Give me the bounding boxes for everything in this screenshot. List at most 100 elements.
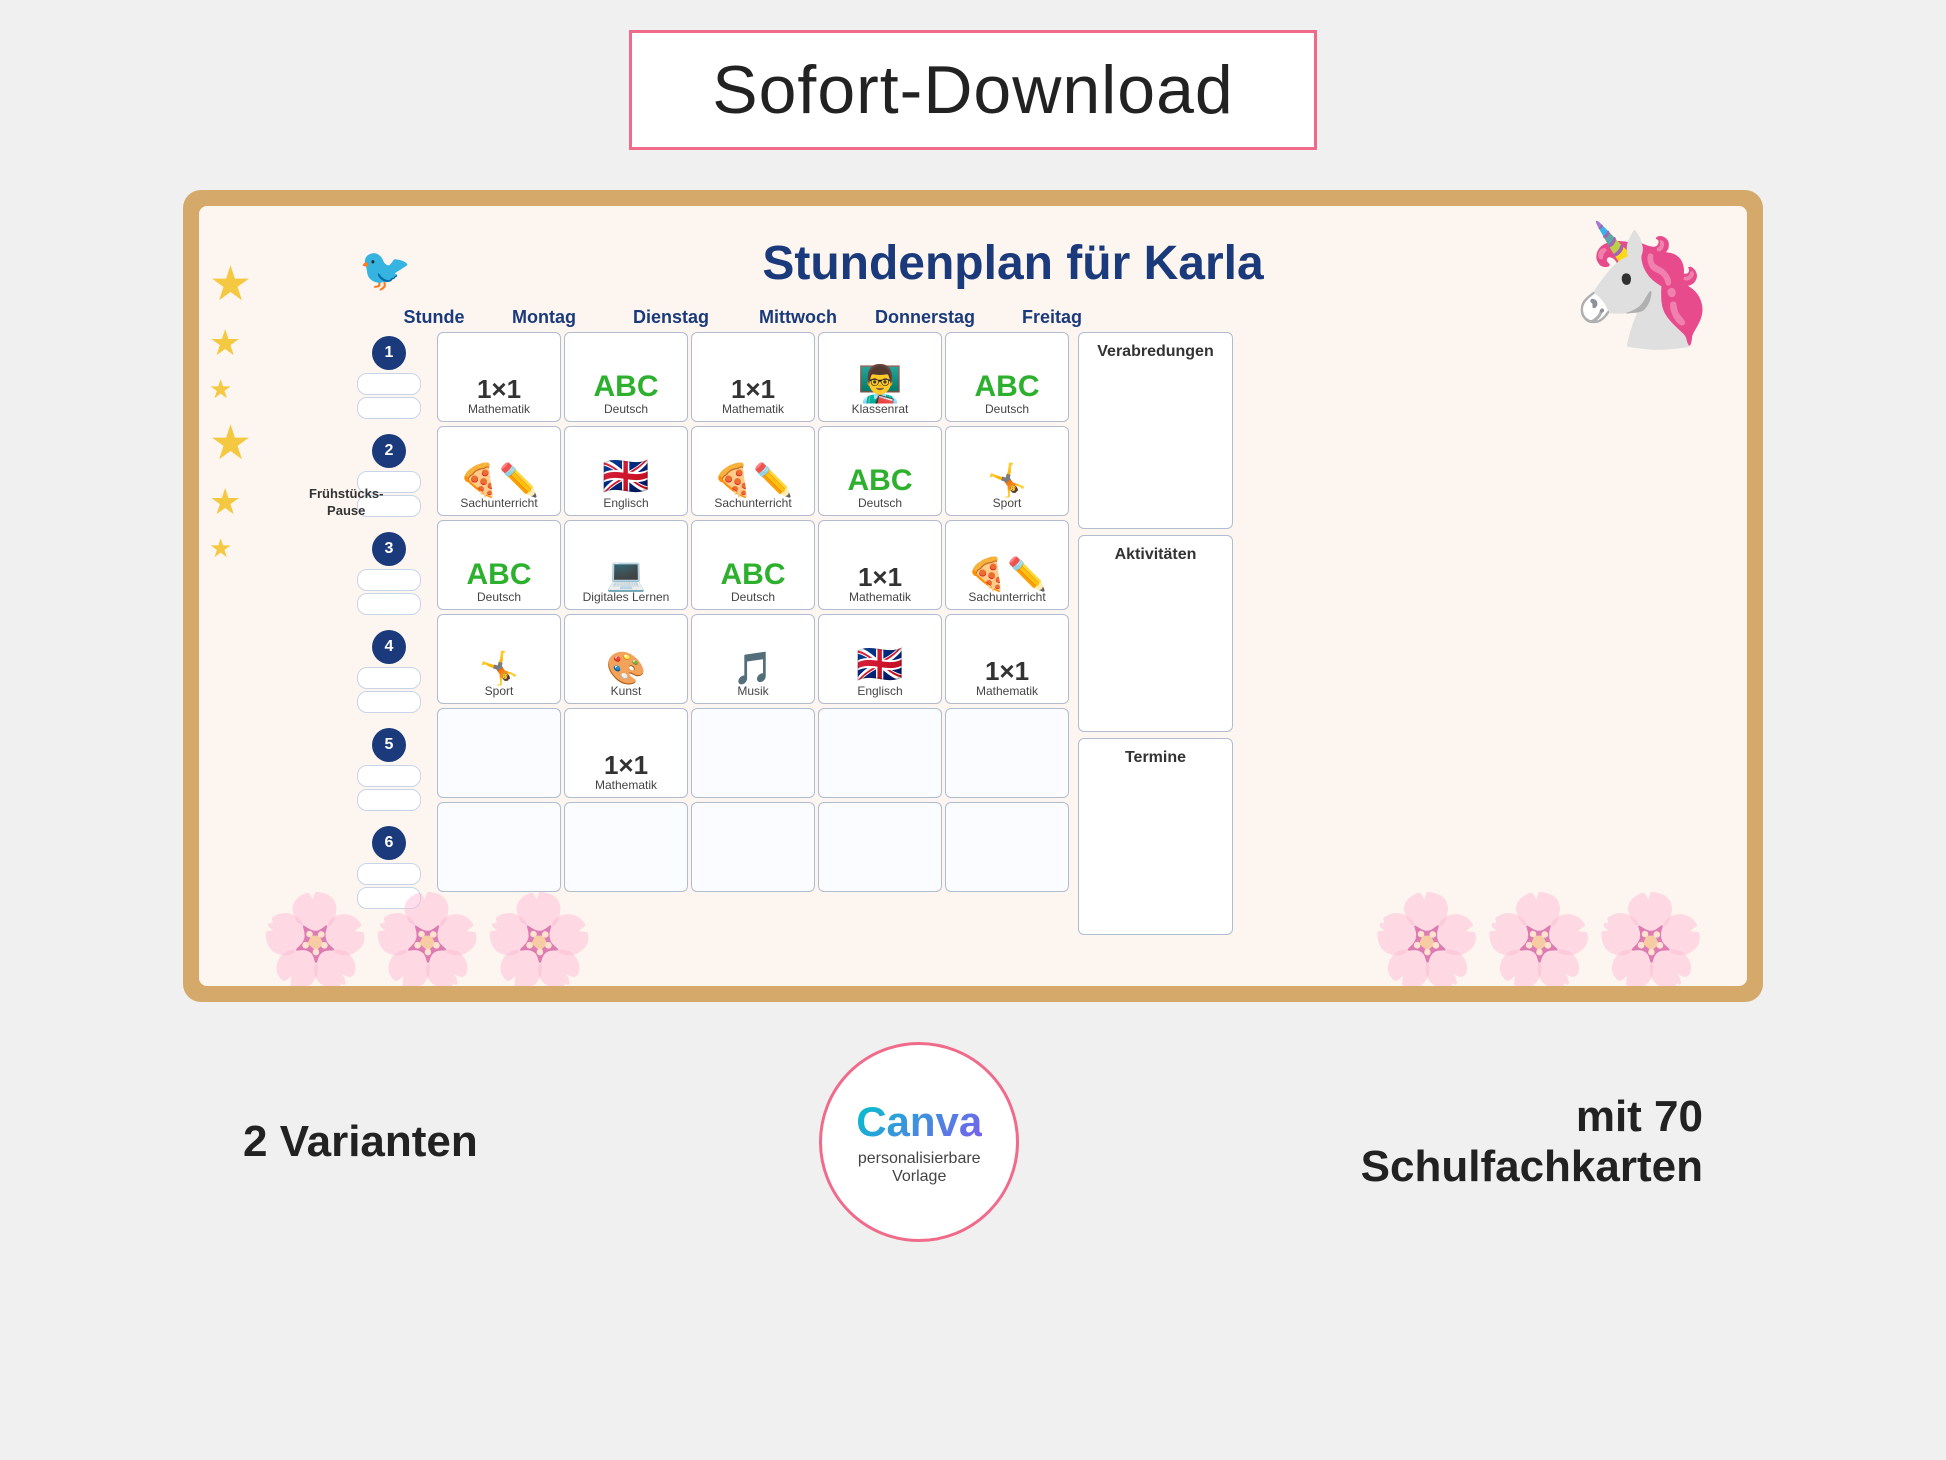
math-icon-5d: 1×1	[604, 752, 648, 778]
cell-3-dienstag: 💻 Digitales Lernen	[564, 520, 688, 610]
star-1: ★	[209, 256, 252, 312]
cell-4-mittwoch-label: Musik	[737, 684, 768, 698]
star-6: ★	[209, 533, 252, 564]
time-slot-4a	[357, 667, 421, 689]
canva-sub1: personalisierbare	[858, 1150, 981, 1168]
banner-title: Sofort-Download	[712, 51, 1233, 129]
row-group-5: 5	[344, 724, 434, 818]
star-3: ★	[209, 374, 252, 405]
cell-3-dienstag-label: Digitales Lernen	[583, 590, 670, 604]
cell-2-donnerstag: ABC Deutsch	[818, 426, 942, 516]
star-2: ★	[209, 322, 252, 364]
row-badge-3: 3	[372, 532, 406, 566]
canva-logo: Canva	[856, 1098, 982, 1146]
cell-5-montag	[437, 708, 561, 798]
time-slot-4b	[357, 691, 421, 713]
cell-3-mittwoch: ABC Deutsch	[691, 520, 815, 610]
row-badge-2: 2	[372, 434, 406, 468]
canva-badge: Canva personalisierbare Vorlage	[819, 1042, 1019, 1242]
row-group-4: 4	[344, 626, 434, 720]
star-4: ★	[209, 415, 252, 471]
schedule-row-4: 🤸 Sport 🎨 Kunst 🎵 Musik 🇬	[437, 614, 1069, 704]
math-icon-4f: 1×1	[985, 658, 1029, 684]
fruehstueck-label: Frühstücks-Pause	[309, 486, 383, 520]
header-freitag: Freitag	[990, 307, 1114, 328]
main-frame: ★ ★ ★ ★ ★ ★ 🐦 🦄 Frühstücks-Pause 🌸🌸🌸 🌸🌸🌸…	[183, 190, 1763, 1002]
cell-5-dienstag-label: Mathematik	[595, 778, 657, 792]
row-badge-1: 1	[372, 336, 406, 370]
cell-4-freitag: 1×1 Mathematik	[945, 614, 1069, 704]
cell-6-donnerstag	[818, 802, 942, 892]
cell-5-donnerstag	[818, 708, 942, 798]
row-badge-5: 5	[372, 728, 406, 762]
cell-4-montag-label: Sport	[485, 684, 514, 698]
cell-1-freitag: ABC Deutsch	[945, 332, 1069, 422]
cell-1-mittwoch: 1×1 Mathematik	[691, 332, 815, 422]
time-slot-1a	[357, 373, 421, 395]
schedule-row-2: 🍕✏️ Sachunterricht 🇬🇧 Englisch 🍕✏️ Sachu…	[437, 426, 1069, 516]
math-icon-1: 1×1	[477, 376, 521, 402]
row-numbers-col: 1 2 3 4	[344, 332, 434, 935]
side-box-verabredungen: Verabredungen	[1078, 332, 1233, 529]
cell-4-dienstag-label: Kunst	[611, 684, 642, 698]
sport-icon-4mo: 🤸	[479, 652, 519, 684]
cell-4-mittwoch: 🎵 Musik	[691, 614, 815, 704]
grid-header: Stunde Montag Dienstag Mittwoch Donnerst…	[389, 307, 1717, 328]
cell-5-dienstag: 1×1 Mathematik	[564, 708, 688, 798]
sport-icon-2: 🤸	[987, 464, 1027, 496]
subject-grid: 1×1 Mathematik ABC Deutsch 1×1 Mathemati…	[437, 332, 1069, 935]
cell-4-montag: 🤸 Sport	[437, 614, 561, 704]
row-group-3: 3	[344, 528, 434, 622]
bottom-left-label: 2 Varianten	[243, 1117, 478, 1167]
time-slot-5a	[357, 765, 421, 787]
row-badge-6: 6	[372, 826, 406, 860]
schedule-row-1: 1×1 Mathematik ABC Deutsch 1×1 Mathemati…	[437, 332, 1069, 422]
side-box-termine: Termine	[1078, 738, 1233, 935]
cell-2-mittwoch: 🍕✏️ Sachunterricht	[691, 426, 815, 516]
kunst-icon: 🎨	[606, 652, 646, 684]
cell-1-mittwoch-label: Mathematik	[722, 402, 784, 416]
klassenrat-icon: 👨‍🏫	[858, 366, 903, 402]
schedule-body: 1 2 3 4	[344, 332, 1717, 935]
abc-icon-2d: ABC	[848, 466, 913, 496]
digitales-icon: 💻	[606, 558, 646, 590]
cell-2-freitag-label: Sport	[993, 496, 1022, 510]
cell-2-dienstag-label: Englisch	[603, 496, 648, 510]
time-slot-1b	[357, 397, 421, 419]
bottom-right-label: mit 70 Schulfachkarten	[1361, 1092, 1703, 1192]
header-montag: Montag	[482, 307, 606, 328]
stars-decoration: ★ ★ ★ ★ ★ ★	[209, 256, 252, 564]
cell-4-dienstag: 🎨 Kunst	[564, 614, 688, 704]
frame-inner: ★ ★ ★ ★ ★ ★ 🐦 🦄 Frühstücks-Pause 🌸🌸🌸 🌸🌸🌸…	[199, 206, 1747, 986]
cell-3-mittwoch-label: Deutsch	[731, 590, 775, 604]
side-box-aktivitaeten: Aktivitäten	[1078, 535, 1233, 732]
englisch-icon-2: 🇬🇧	[602, 458, 649, 496]
cell-1-donnerstag-label: Klassenrat	[852, 402, 909, 416]
cell-1-freitag-label: Deutsch	[985, 402, 1029, 416]
cell-5-freitag	[945, 708, 1069, 798]
sach-icon-2mi: 🍕✏️	[713, 464, 793, 496]
header-mittwoch: Mittwoch	[736, 307, 860, 328]
abc-icon-3mo: ABC	[467, 560, 532, 590]
cell-3-freitag: 🍕✏️ Sachunterricht	[945, 520, 1069, 610]
cell-2-montag: 🍕✏️ Sachunterricht	[437, 426, 561, 516]
cell-6-dienstag	[564, 802, 688, 892]
flowers-left: 🌸🌸🌸	[259, 896, 595, 986]
cell-4-donnerstag-label: Englisch	[857, 684, 902, 698]
header-dienstag: Dienstag	[609, 307, 733, 328]
cell-5-mittwoch	[691, 708, 815, 798]
schedule-title: Stundenplan für Karla	[309, 236, 1717, 291]
cell-6-montag	[437, 802, 561, 892]
cell-3-montag-label: Deutsch	[477, 590, 521, 604]
cell-3-montag: ABC Deutsch	[437, 520, 561, 610]
math-icon-1m: 1×1	[731, 376, 775, 402]
cell-1-donnerstag: 👨‍🏫 Klassenrat	[818, 332, 942, 422]
cell-2-mittwoch-label: Sachunterricht	[714, 496, 791, 510]
side-column: Verabredungen Aktivitäten Termine	[1078, 332, 1233, 935]
abc-icon-3mi: ABC	[721, 560, 786, 590]
row-badge-4: 4	[372, 630, 406, 664]
cell-4-donnerstag: 🇬🇧 Englisch	[818, 614, 942, 704]
sach-icon-3f: 🍕✏️	[967, 558, 1047, 590]
schedule-row-5: 1×1 Mathematik	[437, 708, 1069, 798]
top-banner: Sofort-Download	[629, 30, 1316, 150]
